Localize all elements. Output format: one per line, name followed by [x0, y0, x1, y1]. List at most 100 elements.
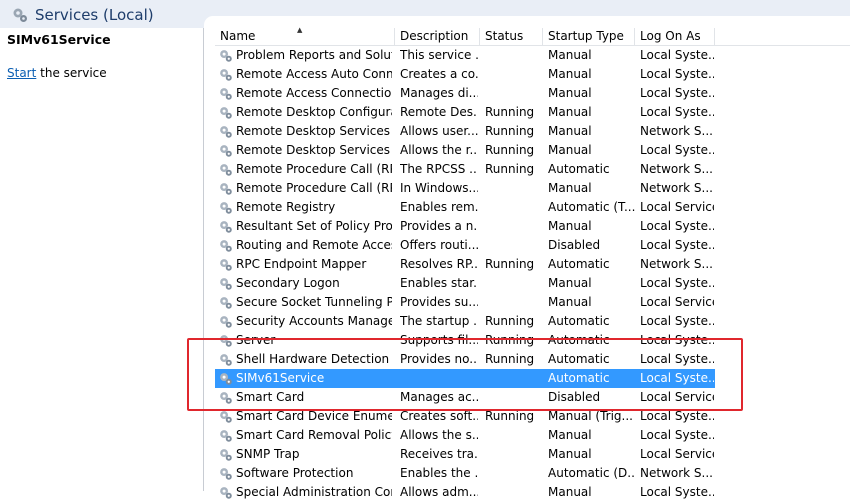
service-row[interactable]: Smart Card Removal Policy Allows the s...… [215, 426, 715, 445]
window-title-text: Services (Local) [35, 6, 154, 24]
service-action-text: the service [36, 66, 107, 80]
service-row[interactable]: Routing and Remote Access Offers routi...… [215, 236, 715, 255]
service-status-cell [485, 198, 543, 217]
service-gear-icon [220, 487, 232, 499]
service-gear-icon [220, 221, 232, 233]
service-logon-cell: Local Syste... [640, 67, 714, 81]
service-row[interactable]: Special Administration Con... Allows adm.… [215, 483, 715, 502]
service-startup-type-cell: Manual [548, 105, 592, 119]
service-row[interactable]: Remote Procedure Call (RPC) The RPCSS ...… [215, 160, 715, 179]
service-gear-icon [220, 183, 232, 195]
column-header-description[interactable]: Description [395, 28, 480, 45]
service-gear-icon [220, 240, 232, 252]
service-startup-type-cell: Manual [548, 124, 592, 138]
service-gear-icon [220, 411, 232, 423]
service-status-cell [485, 445, 543, 464]
service-startup-type-cell: Disabled [548, 238, 601, 252]
service-logon-cell: Local Syste... [640, 105, 714, 119]
service-description-cell: Allows the r... [400, 143, 478, 157]
service-name-cell: Remote Procedure Call (RP... [236, 181, 392, 195]
service-logon-cell: Local Syste... [640, 219, 714, 233]
service-name-cell: Security Accounts Manager [236, 314, 392, 328]
service-name-cell: Remote Desktop Services [236, 124, 391, 138]
service-name-cell: Resultant Set of Policy Provi... [236, 219, 392, 233]
service-name-cell: Remote Desktop Configurat... [236, 105, 392, 119]
service-gear-icon [220, 278, 232, 290]
service-logon-cell: Local Service [640, 295, 714, 309]
service-logon-cell: Local Syste... [640, 86, 714, 100]
service-description-cell: Manages di... [400, 86, 478, 100]
service-name-cell: Routing and Remote Access [236, 238, 392, 252]
service-action: Start the service [7, 66, 107, 80]
service-startup-type-cell: Manual [548, 48, 592, 62]
service-row[interactable]: Remote Procedure Call (RP... In Windows..… [215, 179, 715, 198]
column-header-name[interactable]: Name [215, 28, 395, 45]
service-row[interactable]: Security Accounts Manager The startup ...… [215, 312, 715, 331]
service-description-cell: Enables star... [400, 276, 478, 290]
service-name-cell: Secure Socket Tunneling Pr... [236, 295, 392, 309]
service-description-cell: Remote Des... [400, 105, 478, 119]
service-name-cell: Software Protection [236, 466, 354, 480]
service-logon-cell: Network S... [640, 162, 713, 176]
service-status-cell [485, 46, 543, 65]
service-gear-icon [220, 126, 232, 138]
service-detail-pane: SIMv61Service Start the service [0, 28, 203, 491]
service-row[interactable]: RPC Endpoint Mapper Resolves RP... Running… [215, 255, 715, 274]
service-row[interactable]: Remote Desktop Configurat... Remote Des..… [215, 103, 715, 122]
service-name-cell: Remote Procedure Call (RPC) [236, 162, 392, 176]
service-startup-type-cell: Manual [548, 67, 592, 81]
pane-splitter[interactable] [203, 28, 204, 491]
column-header-startup-type[interactable]: Startup Type [543, 28, 635, 45]
service-gear-icon [220, 88, 232, 100]
service-row[interactable]: Remote Access Auto Conne... Creates a co.… [215, 65, 715, 84]
service-description-cell: Receives tra... [400, 447, 478, 461]
annotation-highlight-box [187, 338, 743, 411]
column-header-status[interactable]: Status [480, 28, 543, 45]
service-logon-cell: Network S... [640, 466, 713, 480]
service-description-cell: Provides a n... [400, 219, 478, 233]
service-status-cell [485, 217, 543, 236]
service-description-cell: In Windows... [400, 181, 478, 195]
service-gear-icon [220, 297, 232, 309]
service-description-cell: Enables the ... [400, 466, 478, 480]
column-header-log-on-as[interactable]: Log On As [635, 28, 715, 45]
service-logon-cell: Local Syste... [640, 48, 714, 62]
service-row[interactable]: Software Protection Enables the ... Automa… [215, 464, 715, 483]
service-row[interactable]: Remote Desktop Services Allows user... Run… [215, 122, 715, 141]
service-row[interactable]: Secondary Logon Enables star... Manual Loca… [215, 274, 715, 293]
service-logon-cell: Network S... [640, 124, 713, 138]
service-status-cell: Running [485, 162, 535, 176]
sort-ascending-icon: ▲ [297, 26, 303, 34]
service-status-cell [485, 426, 543, 445]
service-gear-icon [220, 259, 232, 271]
service-startup-type-cell: Manual [548, 86, 592, 100]
service-startup-type-cell: Automatic (D... [548, 466, 636, 480]
service-row[interactable]: Remote Access Connection... Manages di...… [215, 84, 715, 103]
service-status-cell [485, 274, 543, 293]
service-description-cell: The RPCSS ... [400, 162, 478, 176]
window-title: Services (Local) [11, 5, 154, 25]
service-row[interactable]: Resultant Set of Policy Provi... Provides… [215, 217, 715, 236]
service-gear-icon [220, 50, 232, 62]
service-name-cell: Problem Reports and Soluti... [236, 48, 392, 62]
service-status-cell [485, 464, 543, 483]
service-status-cell [485, 483, 543, 502]
service-name-cell: Remote Registry [236, 200, 336, 214]
service-logon-cell: Network S... [640, 181, 713, 195]
service-gear-icon [220, 145, 232, 157]
service-gear-icon [220, 430, 232, 442]
service-gear-icon [220, 468, 232, 480]
service-status-cell: Running [485, 124, 535, 138]
service-startup-type-cell: Manual [548, 181, 592, 195]
start-service-link[interactable]: Start [7, 66, 36, 80]
service-row[interactable]: Secure Socket Tunneling Pr... Provides su… [215, 293, 715, 312]
service-name-cell: SNMP Trap [236, 447, 300, 461]
service-row[interactable]: Remote Registry Enables rem... Automatic (… [215, 198, 715, 217]
service-row[interactable]: Problem Reports and Soluti... This servic… [215, 46, 715, 65]
service-description-cell: This service ... [400, 48, 478, 62]
service-description-cell: Enables rem... [400, 200, 478, 214]
service-name-cell: Smart Card Removal Policy [236, 428, 392, 442]
service-row[interactable]: SNMP Trap Receives tra... Manual Local Serv… [215, 445, 715, 464]
service-row[interactable]: Remote Desktop Services U... Allows the r… [215, 141, 715, 160]
service-name-cell: Remote Access Connection... [236, 86, 392, 100]
